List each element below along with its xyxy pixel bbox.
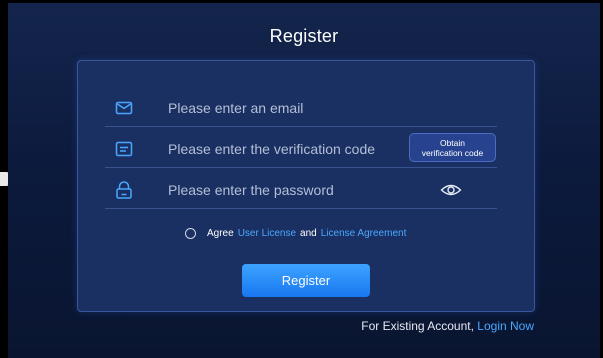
agree-radio-icon[interactable] xyxy=(185,227,196,239)
verification-code-input[interactable]: Please enter the verification code xyxy=(168,131,375,167)
license-agreement-link[interactable]: License Agreement xyxy=(321,228,407,239)
and-label: and xyxy=(300,227,317,239)
obtain-code-button[interactable]: Obtain verification code xyxy=(409,133,496,162)
login-prompt: For Existing Account, Login Now xyxy=(361,319,534,333)
user-license-link[interactable]: User License xyxy=(238,228,296,239)
eye-icon[interactable] xyxy=(440,182,462,198)
password-input[interactable]: Please enter the password xyxy=(168,172,334,208)
register-button[interactable]: Register xyxy=(242,264,370,297)
window-edge xyxy=(0,172,8,186)
obtain-label-line1: Obtain xyxy=(439,137,466,148)
register-form-card: Please enter an email Please enter the v… xyxy=(77,60,535,312)
lock-icon xyxy=(116,181,132,199)
agreement-row: Agree User License and License Agreement xyxy=(185,225,406,241)
password-field[interactable]: Please enter the password xyxy=(105,172,497,209)
email-field[interactable]: Please enter an email xyxy=(105,90,497,127)
message-icon xyxy=(115,141,133,157)
verification-code-field[interactable]: Please enter the verification code Obtai… xyxy=(105,131,497,168)
page-title: Register xyxy=(269,26,339,46)
register-screen: Register Please enter an email Please en… xyxy=(8,3,600,358)
login-now-link[interactable]: Login Now xyxy=(477,319,534,333)
email-input[interactable]: Please enter an email xyxy=(168,90,303,126)
agree-label: Agree xyxy=(207,227,234,239)
envelope-icon xyxy=(115,101,133,115)
obtain-label-line2: verification code xyxy=(421,147,484,158)
existing-account-label: For Existing Account, xyxy=(361,319,474,333)
